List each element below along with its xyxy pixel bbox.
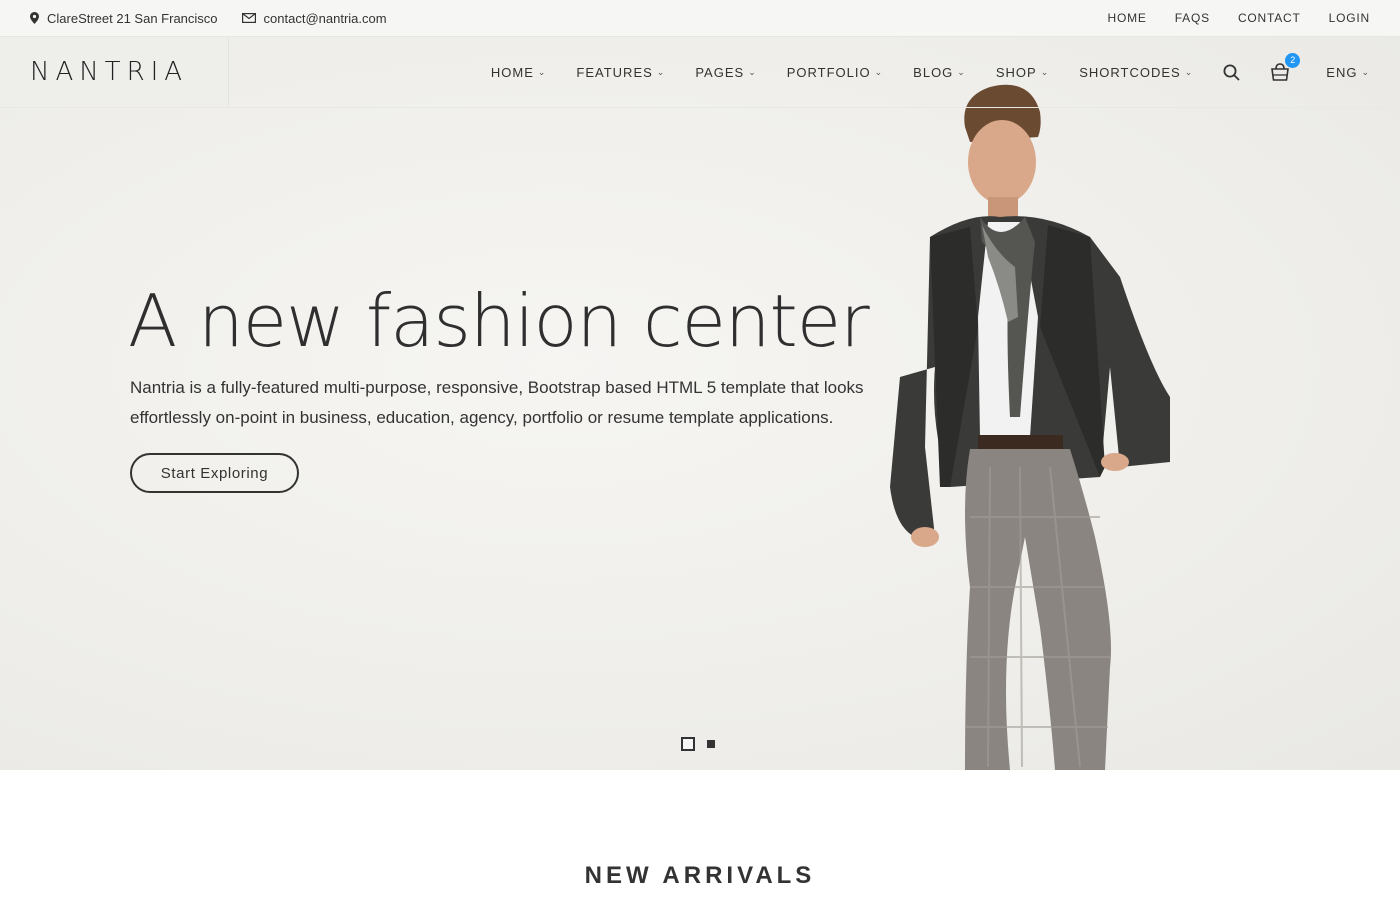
search-icon <box>1223 64 1240 81</box>
top-bar: ClareStreet 21 San Francisco contact@nan… <box>0 0 1400 37</box>
language-selector[interactable]: ENG ⌄ <box>1326 65 1370 80</box>
top-link-home[interactable]: HOME <box>1108 11 1147 25</box>
nav-portfolio-label: PORTFOLIO <box>786 64 871 80</box>
cart-count-badge: 2 <box>1285 53 1301 68</box>
nav-blog-label: BLOG <box>913 64 954 80</box>
chevron-down-icon: ⌄ <box>656 66 666 77</box>
email-link[interactable]: contact@nantria.com <box>264 11 387 26</box>
top-link-contact[interactable]: CONTACT <box>1238 11 1301 25</box>
top-link-login[interactable]: LOGIN <box>1329 11 1370 25</box>
address-text: ClareStreet 21 San Francisco <box>47 10 218 26</box>
nav-shop[interactable]: SHOP ⌄ <box>996 65 1049 80</box>
main-header: NANTRIA HOME ⌄ FEATURES ⌄ PAGES ⌄ PORTFOLIO… <box>0 37 1400 108</box>
chevron-down-icon: ⌄ <box>874 66 884 77</box>
slide-dot-1[interactable] <box>681 737 695 751</box>
nav-pages-label: PAGES <box>695 64 745 80</box>
chevron-down-icon: ⌄ <box>1361 66 1370 77</box>
hero-title: A new fashion center <box>128 279 870 363</box>
nav-features-label: FEATURES <box>576 64 653 80</box>
email-info: contact@nantria.com <box>241 11 387 26</box>
hero-slider: A new fashion center Nantria is a fully-… <box>0 37 1400 770</box>
nav-shop-label: SHOP <box>995 64 1037 80</box>
language-label: ENG <box>1326 64 1358 80</box>
nav-shortcodes-label: SHORTCODES <box>1079 64 1181 80</box>
fashion-model-image <box>890 84 1170 770</box>
search-button[interactable] <box>1223 64 1240 81</box>
slide-dot-2[interactable] <box>707 740 715 748</box>
nav-home-label: HOME <box>490 64 534 80</box>
logo[interactable]: NANTRIA <box>30 57 188 87</box>
nav-blog[interactable]: BLOG ⌄ <box>913 65 966 80</box>
envelope-icon <box>241 13 256 23</box>
nav-pages[interactable]: PAGES ⌄ <box>695 65 756 80</box>
chevron-down-icon: ⌄ <box>957 66 966 77</box>
main-nav: HOME ⌄ FEATURES ⌄ PAGES ⌄ PORTFOLIO ⌄ BLOG ⌄ … <box>461 37 1370 107</box>
nav-portfolio[interactable]: PORTFOLIO ⌄ <box>787 65 883 80</box>
slider-pagination <box>681 737 715 751</box>
chevron-down-icon: ⌄ <box>1184 66 1194 77</box>
hero-description: Nantria is a fully-featured multi-purpos… <box>130 378 864 427</box>
nav-features[interactable]: FEATURES ⌄ <box>576 65 665 80</box>
start-exploring-button[interactable]: Start Exploring <box>130 453 299 493</box>
address-info: ClareStreet 21 San Francisco <box>30 11 218 26</box>
nav-shortcodes[interactable]: SHORTCODES ⌄ <box>1079 65 1193 80</box>
chevron-down-icon: ⌄ <box>748 66 757 77</box>
logo-container[interactable]: NANTRIA <box>0 37 229 107</box>
section-title-new-arrivals: NEW ARRIVALS <box>584 862 816 889</box>
nav-home[interactable]: HOME ⌄ <box>491 65 547 80</box>
map-pin-icon <box>30 12 39 24</box>
top-link-faqs[interactable]: FAQS <box>1175 11 1210 25</box>
chevron-down-icon: ⌄ <box>1040 66 1050 77</box>
cart-button[interactable]: 2 <box>1270 53 1301 81</box>
chevron-down-icon: ⌄ <box>537 66 547 77</box>
